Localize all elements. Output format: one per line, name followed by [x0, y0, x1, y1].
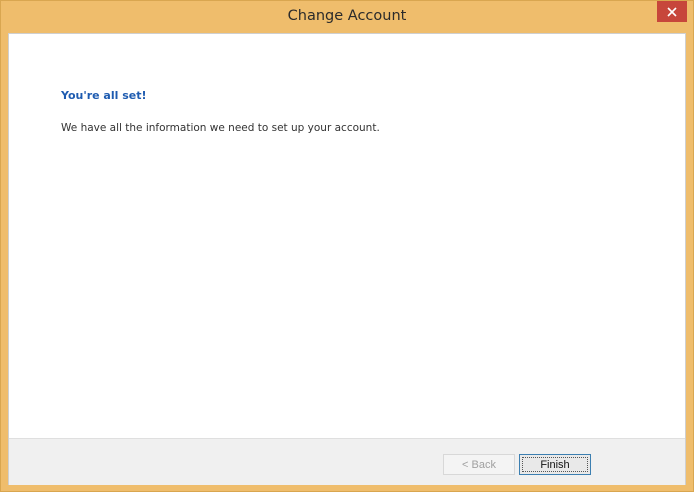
finish-button[interactable]: Finish [519, 454, 591, 475]
title-bar[interactable]: Change Account [1, 1, 693, 33]
change-account-window: Change Account You're all set! We have a… [0, 0, 694, 492]
close-icon [667, 6, 677, 17]
dialog-body: You're all set! We have all the informat… [8, 33, 686, 485]
close-button[interactable] [657, 1, 687, 22]
window-title: Change Account [287, 8, 407, 24]
success-heading: You're all set! [61, 89, 147, 102]
back-button[interactable]: < Back [443, 454, 515, 475]
button-bar: < Back Finish [9, 438, 685, 485]
success-message: We have all the information we need to s… [61, 122, 380, 134]
finish-button-label: Finish [540, 458, 570, 471]
